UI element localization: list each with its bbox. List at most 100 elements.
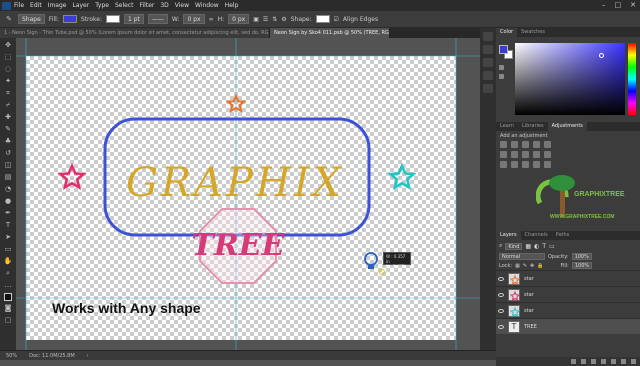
stamp-tool-icon[interactable]: ♣ [3,137,13,146]
selective-color-icon[interactable] [544,161,551,168]
stroke-type-select[interactable]: —— [147,14,168,24]
brush-tool-icon[interactable]: ✎ [3,125,13,134]
star-cyan[interactable] [387,162,417,191]
menu-window[interactable]: Window [195,2,219,9]
paragraph-panel-icon[interactable] [483,71,493,80]
type-tool-icon[interactable]: T [3,221,13,230]
lock-position-icon[interactable]: ✥ [530,263,534,269]
exposure-icon[interactable] [533,141,540,148]
tab-layers[interactable]: Layers [496,231,521,240]
document-canvas[interactable]: GRAPHIX TREE Works with Any shape W : 0.… [16,38,480,350]
visibility-eye-icon[interactable] [498,308,504,313]
filter-pixel-icon[interactable]: ▦ [525,243,531,250]
visibility-eye-icon[interactable] [498,276,504,281]
visibility-eye-icon[interactable] [498,324,504,329]
tab-color[interactable]: Color [496,28,518,37]
width-field[interactable]: 0 px [183,14,205,24]
zoom-level[interactable]: 50% [6,353,17,359]
layer-row[interactable]: star [496,302,640,318]
graphix-title[interactable]: GRAPHIX [110,160,360,206]
layer-row[interactable]: star [496,270,640,286]
hue-slider[interactable] [628,43,636,115]
align-edges-checkbox[interactable]: ☑ [334,16,339,23]
history-brush-icon[interactable]: ↺ [3,149,13,158]
path-select-tool-icon[interactable]: ➤ [3,233,13,242]
warning-icon[interactable] [499,65,504,70]
menu-edit[interactable]: Edit [30,2,42,9]
menu-filter[interactable]: Filter [140,2,155,9]
healing-tool-icon[interactable]: ✚ [3,113,13,122]
menu-image[interactable]: Image [48,2,67,9]
properties-panel-icon[interactable] [483,45,493,54]
stroke-swatch[interactable] [105,15,120,23]
opacity-field[interactable]: 100% [571,253,592,260]
visibility-eye-icon[interactable] [498,292,504,297]
brush-panel-icon[interactable] [483,84,493,93]
posterize-icon[interactable] [511,161,518,168]
pen-tool-icon[interactable]: ✒ [3,209,13,218]
levels-icon[interactable] [511,141,518,148]
star-pink[interactable] [57,162,87,191]
layer-row[interactable]: star [496,286,640,302]
shape-picker[interactable] [315,15,330,23]
link-icon[interactable]: ∞ [209,16,214,23]
tab-paths[interactable]: Paths [552,231,574,240]
lock-pixels-icon[interactable]: ▦ [515,263,520,269]
lock-paint-icon[interactable]: ✎ [523,263,527,269]
invert-icon[interactable] [500,161,507,168]
tab-neon-sign-thin-tube[interactable]: 1 - Neon Sign - Thin Tube.psd @ 50% (Lor… [0,28,270,38]
path-arrange-icon[interactable]: ⇅ [272,16,277,23]
foreground-color-swatch[interactable] [4,293,12,301]
zoom-tool-icon[interactable]: ⌕ [3,269,13,278]
color-picker-cursor[interactable] [599,53,604,58]
menu-type[interactable]: Type [95,2,109,9]
character-panel-icon[interactable] [483,58,493,67]
move-tool-icon[interactable]: ✥ [3,41,13,50]
hand-tool-icon[interactable]: ✋ [3,257,13,266]
tab-learn[interactable]: Learn [496,122,518,131]
height-field[interactable]: 0 px [228,14,250,24]
tab-libraries[interactable]: Libraries [518,122,548,131]
photo-filter-icon[interactable] [533,151,540,158]
kind-filter-select[interactable]: Kind [505,242,523,250]
gear-icon[interactable]: ⚙ [281,16,286,23]
tab-channels[interactable]: Channels [521,231,552,240]
websafe-icon[interactable] [499,74,504,79]
black-white-icon[interactable] [522,151,529,158]
vibrance-icon[interactable] [544,141,551,148]
eyedropper-tool-icon[interactable]: ⌿ [3,101,13,110]
blur-tool-icon[interactable]: ◔ [3,185,13,194]
blend-mode-select[interactable]: Normal [499,253,545,260]
filter-type-icon[interactable]: T [542,243,546,250]
fg-bg-swatches[interactable] [499,45,513,59]
close-icon[interactable]: ✕ [630,1,636,9]
stroke-width-field[interactable]: 1 pt [123,14,144,24]
dodge-tool-icon[interactable]: ● [3,197,13,206]
minimize-icon[interactable]: – [602,1,606,9]
quick-select-tool-icon[interactable]: ✦ [3,77,13,86]
fill-field[interactable]: 100% [571,262,593,269]
tab-adjustments[interactable]: Adjustments [547,122,587,131]
tree-title[interactable]: TREE [184,228,292,263]
filter-adjust-icon[interactable]: ◐ [534,243,539,250]
hue-sat-icon[interactable] [500,151,507,158]
screen-mode-icon[interactable]: ▢ [3,316,13,325]
gradient-tool-icon[interactable]: ▤ [3,173,13,182]
foreground-swatch[interactable] [499,45,508,54]
eraser-tool-icon[interactable]: ◫ [3,161,13,170]
tab-neon-sign-sko4[interactable]: Neon Sign by Sko4 011.psb @ 50% (TREE, R… [270,28,390,38]
shape-tool-icon[interactable]: ▭ [3,245,13,254]
menu-select[interactable]: Select [115,2,134,9]
menu-view[interactable]: View [175,2,189,9]
tool-mode-select[interactable]: Shape [18,14,45,24]
menu-help[interactable]: Help [225,2,239,9]
curves-icon[interactable] [522,141,529,148]
crop-tool-icon[interactable]: ⌗ [3,89,13,98]
channel-mixer-icon[interactable] [544,151,551,158]
marquee-tool-icon[interactable]: ⬚ [3,53,13,62]
menu-file[interactable]: File [14,2,24,9]
lock-all-icon[interactable]: 🔒 [537,263,543,269]
tab-swatches[interactable]: Swatches [517,28,549,37]
status-arrow-icon[interactable]: › [87,353,89,359]
threshold-icon[interactable] [522,161,529,168]
